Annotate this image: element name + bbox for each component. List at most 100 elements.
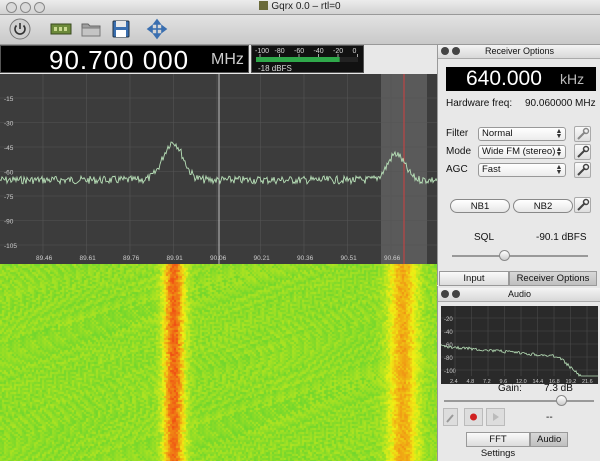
noise-blanker-options-button[interactable] <box>574 197 591 213</box>
toolbar <box>0 15 600 45</box>
y-tick-label: -90 <box>4 219 14 226</box>
nb1-button[interactable]: NB1 <box>450 199 510 213</box>
x-tick-label: 90.36 <box>297 255 314 262</box>
save-button[interactable] <box>110 18 132 40</box>
x-tick-label: 89.61 <box>80 255 97 262</box>
hardware-freq-value: 90.060000 MHz <box>525 98 596 109</box>
audio-panel-titlebar: Audio <box>438 288 600 302</box>
meter-scale-label: -60 <box>294 48 304 55</box>
updown-arrows-icon: ▲ ▼ <box>555 164 563 176</box>
mode-select-value: Wide FM (stereo) <box>482 146 556 157</box>
filter-offset-display[interactable]: 640.000 kHz <box>446 67 596 91</box>
receiver-panel-titlebar: Receiver Options <box>438 45 600 59</box>
x-tick-label: 90.66 <box>384 255 401 262</box>
agc-select[interactable]: Fast ▲ ▼ <box>478 163 566 177</box>
filter-offset-unit: kHz <box>560 71 585 87</box>
tab-audio[interactable]: Audio <box>530 432 568 447</box>
y-tick-label: -105 <box>4 243 17 250</box>
open-folder-icon <box>81 23 101 37</box>
record-button[interactable] <box>464 408 483 426</box>
y-tick-label: -60 <box>4 170 14 177</box>
mode-options-button[interactable] <box>574 144 591 160</box>
power-button[interactable] <box>9 18 31 40</box>
wrench-icon <box>577 145 590 158</box>
signal-meter: -100 -80 -60 -40 -20 0 -18 dBFS <box>251 45 364 73</box>
audio-x-tick-label: 2.4 <box>450 379 458 384</box>
wrench-icon <box>577 127 590 140</box>
y-tick-label: -30 <box>4 121 14 128</box>
tab-receiver-options[interactable]: Receiver Options <box>509 271 597 286</box>
waterfall-display[interactable] <box>0 264 437 461</box>
meter-scale-label: -80 <box>275 48 285 55</box>
filter-select-value: Normal <box>482 128 513 139</box>
panel-float-icon[interactable] <box>452 47 460 55</box>
agc-options-button[interactable] <box>574 162 591 178</box>
audio-x-tick-label: 4.8 <box>467 379 475 384</box>
dock-tabs-top: Input controls Receiver Options <box>439 271 597 298</box>
filter-offset-value[interactable]: 640.000 <box>466 67 542 91</box>
title-bar: Gqrx 0.0 – rtl=0 <box>0 0 600 15</box>
mode-select[interactable]: Wide FM (stereo) ▲ ▼ <box>478 145 566 159</box>
nb2-button[interactable]: NB2 <box>513 199 573 213</box>
audio-settings-button[interactable] <box>443 408 458 426</box>
fullscreen-arrows-icon <box>146 18 168 40</box>
recording-time: -- <box>546 412 553 423</box>
meter-scale-label: 0 <box>353 48 357 55</box>
spectrum-plot[interactable]: -15 -30 -45 -60 -75 -90 -105 89.46 89.61 89.76 89.… <box>0 74 437 264</box>
wrench-icon <box>577 163 590 176</box>
meter-level-text: -18 dBFS <box>258 64 292 73</box>
gain-slider-handle[interactable] <box>556 395 567 406</box>
squelch-slider-track[interactable] <box>452 255 588 257</box>
app-icon <box>259 1 269 10</box>
open-button[interactable] <box>80 18 102 40</box>
squelch-label: SQL <box>474 232 495 243</box>
meter-scale-label: -20 <box>333 48 343 55</box>
meter-scale-label: -100 <box>255 48 269 55</box>
receiver-panel-title: Receiver Options <box>484 46 555 56</box>
audio-x-tick-label: 7.2 <box>483 379 491 384</box>
window-title: Gqrx 0.0 – rtl=0 <box>0 1 600 12</box>
wrench-icon <box>577 198 590 211</box>
record-icon <box>470 413 477 421</box>
play-button[interactable] <box>486 408 505 426</box>
gain-label: Gain: <box>498 383 522 394</box>
frequency-value[interactable]: 90.700 000 <box>49 46 189 74</box>
filter-label: Filter <box>446 128 469 139</box>
audio-panel-title: Audio <box>507 289 532 299</box>
device-config-icon <box>50 23 72 35</box>
mode-label: Mode <box>446 146 472 157</box>
tab-input-controls[interactable]: Input controls <box>439 271 509 298</box>
squelch-value: -90.1 dBFS <box>536 232 587 243</box>
tab-fft-settings[interactable]: FFT Settings <box>466 432 530 459</box>
gain-slider-track[interactable] <box>444 400 594 402</box>
y-tick-label: -75 <box>4 194 14 201</box>
wrench-icon <box>446 414 454 423</box>
y-tick-label: -15 <box>4 96 14 103</box>
fullscreen-button[interactable] <box>146 18 168 40</box>
panel-close-icon[interactable] <box>441 47 449 55</box>
play-icon <box>493 413 499 421</box>
panel-close-icon[interactable] <box>441 290 449 298</box>
agc-label: AGC <box>446 164 468 175</box>
configure-device-button[interactable] <box>49 18 72 40</box>
updown-arrows-icon: ▲ ▼ <box>555 146 563 158</box>
panel-float-icon[interactable] <box>452 290 460 298</box>
audio-y-tick-label: -20 <box>444 317 453 323</box>
meter-level-bar <box>256 57 340 62</box>
filter-options-button[interactable] <box>574 126 591 142</box>
frequency-display[interactable]: 90.700 000 MHz <box>0 45 249 74</box>
x-tick-label: 90.06 <box>210 255 227 262</box>
x-tick-label: 90.51 <box>341 255 358 262</box>
frequency-unit: MHz <box>211 51 244 68</box>
updown-arrows-icon: ▲ ▼ <box>555 128 563 140</box>
power-icon <box>9 18 31 40</box>
filter-select[interactable]: Normal ▲ ▼ <box>478 127 566 141</box>
receiver-options-panel: Receiver Options 640.000 kHz Hardware fr… <box>437 45 600 285</box>
audio-x-tick-label: 14.4 <box>533 379 544 384</box>
squelch-slider-handle[interactable] <box>498 250 510 261</box>
x-tick-label: 89.91 <box>167 255 184 262</box>
gain-value: 7.3 dB <box>544 383 573 394</box>
audio-y-tick-label: -80 <box>444 356 453 362</box>
audio-x-tick-label: 21.6 <box>582 379 593 384</box>
dock-tabs-bottom: FFT Settings Audio <box>466 432 568 459</box>
